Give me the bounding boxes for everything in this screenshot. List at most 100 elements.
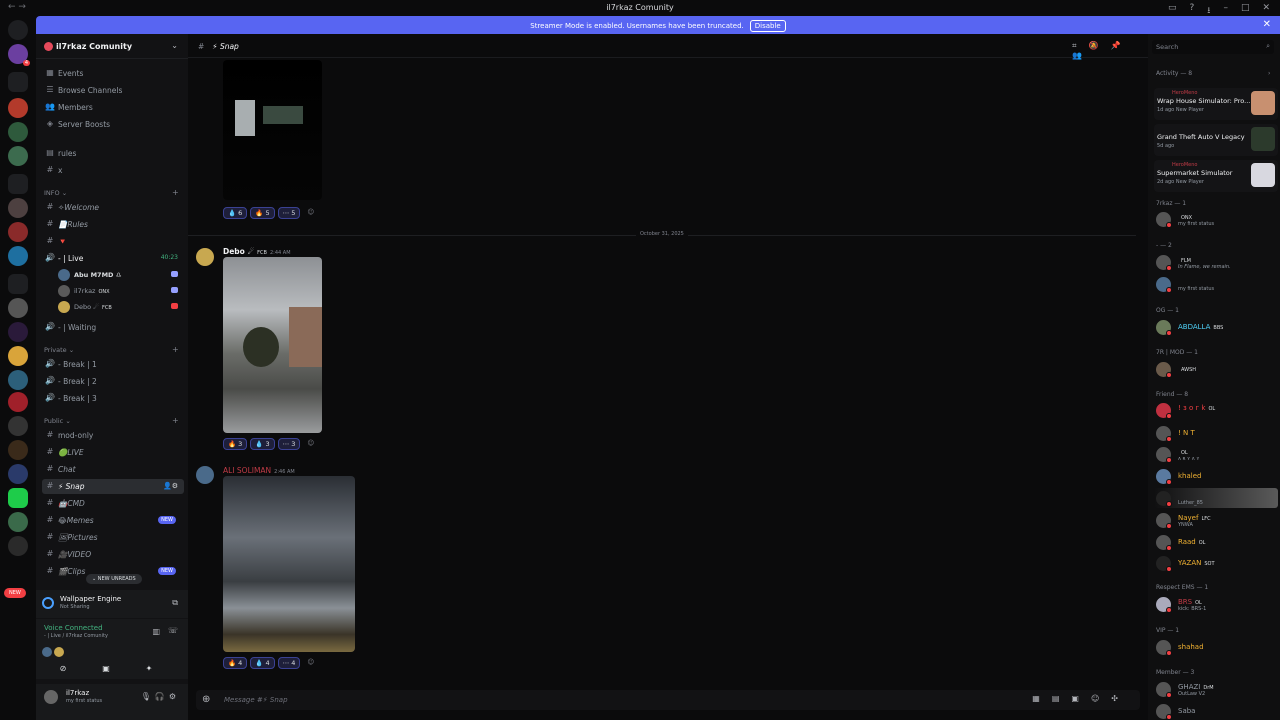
add-channel-icon[interactable]: + — [172, 416, 179, 425]
server-icon[interactable] — [8, 122, 28, 142]
member[interactable]: shahad — [1154, 637, 1278, 657]
screen-share-button[interactable]: ▣ — [89, 664, 123, 678]
category-public[interactable]: Public ⌄ + — [44, 416, 179, 425]
message-image[interactable] — [223, 257, 322, 433]
server-icon[interactable] — [8, 392, 28, 412]
member[interactable]: khaled — [1154, 466, 1278, 486]
channel-x[interactable]: # x — [42, 163, 184, 178]
server-icon[interactable]: 4 — [8, 44, 30, 66]
server-icon[interactable] — [8, 198, 28, 218]
gear-icon[interactable]: ⚙ — [169, 692, 180, 701]
server-icon[interactable] — [8, 370, 28, 390]
nav-server-boosts[interactable]: ◈ Server Boosts — [42, 117, 184, 132]
activities-button[interactable]: ✦ — [132, 664, 166, 678]
activity-header[interactable]: Activity — 8 › — [1156, 70, 1270, 77]
member[interactable]: ! N T — [1154, 423, 1278, 443]
add-attachment-icon[interactable]: ⊕ — [202, 694, 210, 705]
avatar[interactable] — [196, 466, 214, 484]
composer-placeholder[interactable]: Message #⚡ Snap — [224, 696, 288, 704]
user-controls[interactable]: 🎙🎧⚙ — [141, 692, 180, 701]
server-icon[interactable] — [8, 536, 28, 556]
add-reaction-icon[interactable]: ☺ — [303, 657, 318, 669]
channel-mod-only[interactable]: # mod-only — [42, 428, 184, 443]
voice-user[interactable]: Abu M7MD ♎ — [56, 268, 182, 282]
voice-channel-break-2[interactable]: 🔊 - Break | 2 — [42, 374, 184, 389]
channel-memes[interactable]: # 😂Memes NEW — [42, 513, 184, 528]
activity-card[interactable]: Grand Theft Auto V Legacy 5d ago — [1154, 124, 1278, 156]
server-icon[interactable] — [8, 346, 28, 366]
server-icon[interactable] — [8, 98, 28, 118]
channel-cmd[interactable]: # 🤖CMD — [42, 496, 184, 511]
notifications-icon[interactable]: 🔕 — [1089, 41, 1111, 50]
new-servers-pill[interactable]: NEW — [4, 588, 26, 598]
message-author[interactable]: ALI SOLIMAN — [223, 466, 271, 475]
category-info[interactable]: INFO ⌄ + — [44, 188, 179, 197]
reaction[interactable]: 💧 4 — [250, 657, 275, 669]
server-icon[interactable] — [8, 298, 28, 318]
voice-channel-path[interactable]: - | Live / il7rkaz Comunity — [44, 633, 108, 639]
share-screen-icon[interactable]: ⧉ — [172, 598, 178, 608]
reaction[interactable]: 💧 3 — [250, 438, 275, 450]
member[interactable]: Nayef LFC YNWA — [1154, 510, 1278, 530]
member[interactable]: GHAZI DrM OutLaw V2 — [1154, 679, 1278, 699]
reaction[interactable]: ⋯ 4 — [277, 657, 301, 669]
channel-video[interactable]: # 🎥VIDEO — [42, 547, 184, 562]
activity-card[interactable]: HeroMeno Wrap House Simulator: Pro... 1d… — [1154, 88, 1278, 120]
channel-red[interactable]: # 🔻 — [42, 234, 184, 249]
server-folder-icon[interactable] — [8, 174, 28, 194]
server-folder-icon[interactable] — [8, 72, 28, 92]
add-reaction-icon[interactable]: ☺ — [303, 438, 318, 450]
message-image[interactable] — [223, 60, 322, 200]
member[interactable]: ABDALLA BBS — [1154, 317, 1278, 337]
apps-icon[interactable]: ✣ — [1111, 694, 1130, 703]
voice-channel-live[interactable]: 🔊 - | Live 40:23 — [42, 251, 184, 266]
member[interactable]: AWSH — [1154, 359, 1278, 379]
add-channel-icon[interactable]: + — [172, 188, 179, 197]
server-icon[interactable] — [8, 322, 28, 342]
reaction[interactable]: 🔥 3 — [223, 438, 248, 450]
nav-members[interactable]: 👥 Members — [42, 100, 184, 115]
member-list-icon[interactable]: 👥 — [1072, 51, 1094, 60]
member[interactable]: BRS OL kick: BRS-1 — [1154, 594, 1278, 614]
server-folder-icon[interactable] — [8, 274, 28, 294]
nav-browse-channels[interactable]: ☰ Browse Channels — [42, 83, 184, 98]
reaction[interactable]: 🔥 5 — [250, 207, 275, 219]
add-reaction-icon[interactable]: ☺ — [303, 207, 318, 219]
server-icon[interactable] — [8, 416, 28, 436]
avatar[interactable] — [44, 690, 58, 704]
add-channel-icon[interactable]: + — [172, 345, 179, 354]
noise-suppression-icon[interactable]: ▥ — [152, 627, 160, 636]
activity-card[interactable]: HeroMeno Supermarket Simulator 2d ago Ne… — [1154, 160, 1278, 192]
member[interactable]: ONX my first status — [1154, 209, 1278, 229]
reaction[interactable]: 💧 6 — [223, 207, 248, 219]
server-icon[interactable] — [8, 512, 28, 532]
voice-user[interactable]: Debo ☄ FCB — [56, 300, 182, 314]
new-unreads-pill[interactable]: ⌄ NEW UNREADS — [86, 574, 142, 584]
member[interactable]: my first status — [1154, 274, 1278, 294]
emoji-icon[interactable]: ☺ — [1091, 694, 1111, 703]
server-icon[interactable] — [8, 488, 28, 508]
gift-icon[interactable]: ▦ — [1032, 694, 1052, 703]
server-icon[interactable] — [8, 440, 28, 460]
member[interactable]: YAZAN SOT — [1154, 553, 1278, 573]
channel-rules-info[interactable]: # 📄Rules — [42, 217, 184, 232]
channel-snap[interactable]: # ⚡ Snap 👤⚙ — [42, 479, 184, 494]
channel-live[interactable]: # 🟢LIVE — [42, 445, 184, 460]
home-icon[interactable] — [8, 20, 28, 40]
reaction[interactable]: 🔥 4 — [223, 657, 248, 669]
category-private[interactable]: Private ⌄ + — [44, 345, 179, 354]
member[interactable]: OL ʌ ʀ ʏ ʌ ʏ — [1154, 444, 1278, 464]
member[interactable]: Luther_85 — [1154, 488, 1278, 508]
voice-user[interactable]: il7rkaz ONX — [56, 284, 182, 298]
search-input[interactable]: Search ⌕ — [1152, 40, 1274, 54]
sticker-icon[interactable]: ▣ — [1071, 694, 1091, 703]
threads-icon[interactable]: ⌗ — [1072, 41, 1089, 50]
channel-welcome[interactable]: # ✧Welcome — [42, 200, 184, 215]
nav-events[interactable]: ▦ Events — [42, 66, 184, 81]
server-icon[interactable] — [8, 464, 28, 484]
camera-off-button[interactable]: ⊘ — [46, 664, 80, 678]
disconnect-icon[interactable]: ☏ — [168, 626, 178, 635]
avatar[interactable] — [196, 248, 214, 266]
headphones-icon[interactable]: 🎧 — [155, 692, 169, 701]
close-banner-icon[interactable]: ✕ — [1263, 19, 1271, 30]
